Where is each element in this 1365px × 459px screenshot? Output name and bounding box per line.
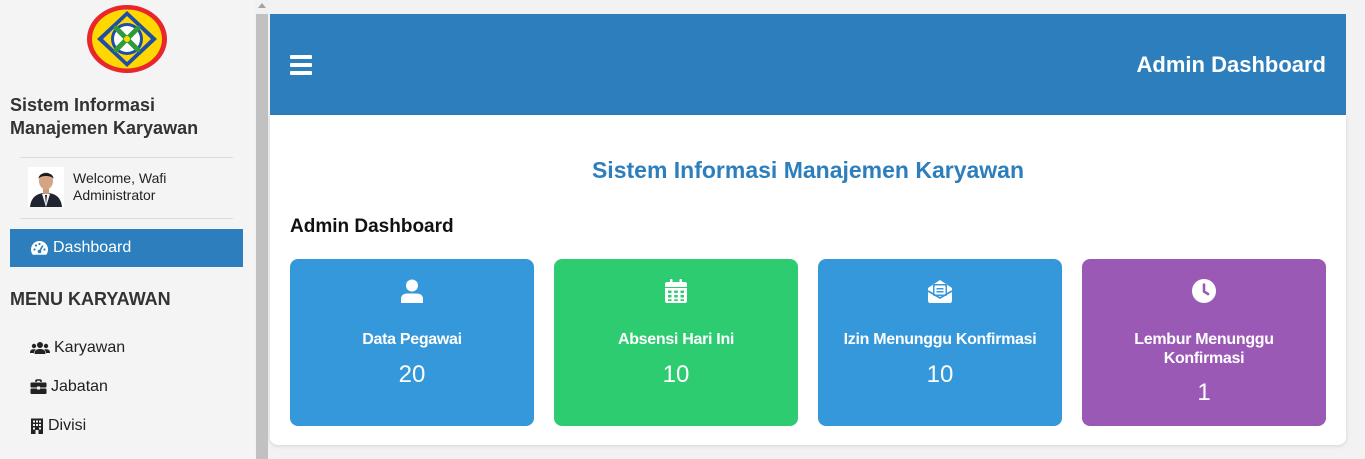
sidebar-item-jabatan[interactable]: Jabatan <box>30 378 108 396</box>
briefcase-icon <box>30 379 47 394</box>
avatar <box>28 167 64 207</box>
sidebar-item-label: Jabatan <box>51 378 108 395</box>
card-value: 1 <box>1197 379 1211 406</box>
stat-card-izin[interactable]: Izin Menunggu Konfirmasi 10 <box>818 259 1062 426</box>
section-title: MENU KARYAWAN <box>10 289 171 309</box>
sidebar-item-label: Divisi <box>48 417 87 434</box>
users-icon <box>30 342 50 354</box>
top-header: Admin Dashboard <box>270 14 1346 115</box>
card-label: Absensi Hari Ini <box>617 331 735 348</box>
card-value: 10 <box>662 361 690 388</box>
page-title: Sistem Informasi Manajemen Karyawan <box>591 157 1025 183</box>
clock-icon <box>1192 279 1216 303</box>
scrollbar[interactable] <box>255 0 269 459</box>
app-title: Sistem Informasi Manajemen Karyawan <box>10 95 199 138</box>
user-role: Administrator <box>73 187 156 203</box>
header-title: Admin Dashboard <box>1136 52 1326 77</box>
stat-card-absensi[interactable]: Absensi Hari Ini 10 <box>554 259 798 426</box>
divider <box>20 218 233 219</box>
scrollbar-thumb[interactable] <box>256 14 268 459</box>
welcome-text: Welcome, Wafi <box>73 170 167 186</box>
company-logo <box>87 5 167 73</box>
envelope-icon <box>927 280 953 303</box>
sidebar-item-label: Dashboard <box>53 239 132 256</box>
building-icon <box>31 418 43 434</box>
sidebar-item-karyawan[interactable]: Karyawan <box>30 339 125 357</box>
menu-toggle-icon[interactable] <box>290 55 312 75</box>
sidebar-item-divisi[interactable]: Divisi <box>30 417 86 435</box>
stat-card-data-pegawai[interactable]: Data Pegawai 20 <box>290 259 534 426</box>
dashboard-icon <box>31 241 48 255</box>
calendar-icon <box>665 279 687 303</box>
sidebar-item-label: Karyawan <box>54 339 126 356</box>
sidebar: Sistem Informasi Manajemen Karyawan Welc… <box>0 0 255 459</box>
divider <box>20 157 233 158</box>
card-value: 20 <box>398 361 426 388</box>
card-value: 10 <box>926 361 954 388</box>
page-subtitle: Admin Dashboard <box>290 216 454 237</box>
card-label: Data Pegawai <box>362 331 462 348</box>
scroll-up-arrow[interactable] <box>258 3 266 8</box>
user-icon <box>401 279 423 303</box>
sidebar-item-dashboard[interactable]: Dashboard <box>10 229 243 267</box>
card-label: Lembur Menunggu Konfirmasi <box>1134 331 1274 367</box>
user-panel: Welcome, Wafi Administrator <box>28 167 166 207</box>
stat-card-lembur[interactable]: Lembur Menunggu Konfirmasi 1 <box>1082 259 1326 426</box>
card-label: Izin Menunggu Konfirmasi <box>843 331 1037 348</box>
main-content: Sistem Informasi Manajemen Karyawan Admi… <box>270 115 1346 445</box>
